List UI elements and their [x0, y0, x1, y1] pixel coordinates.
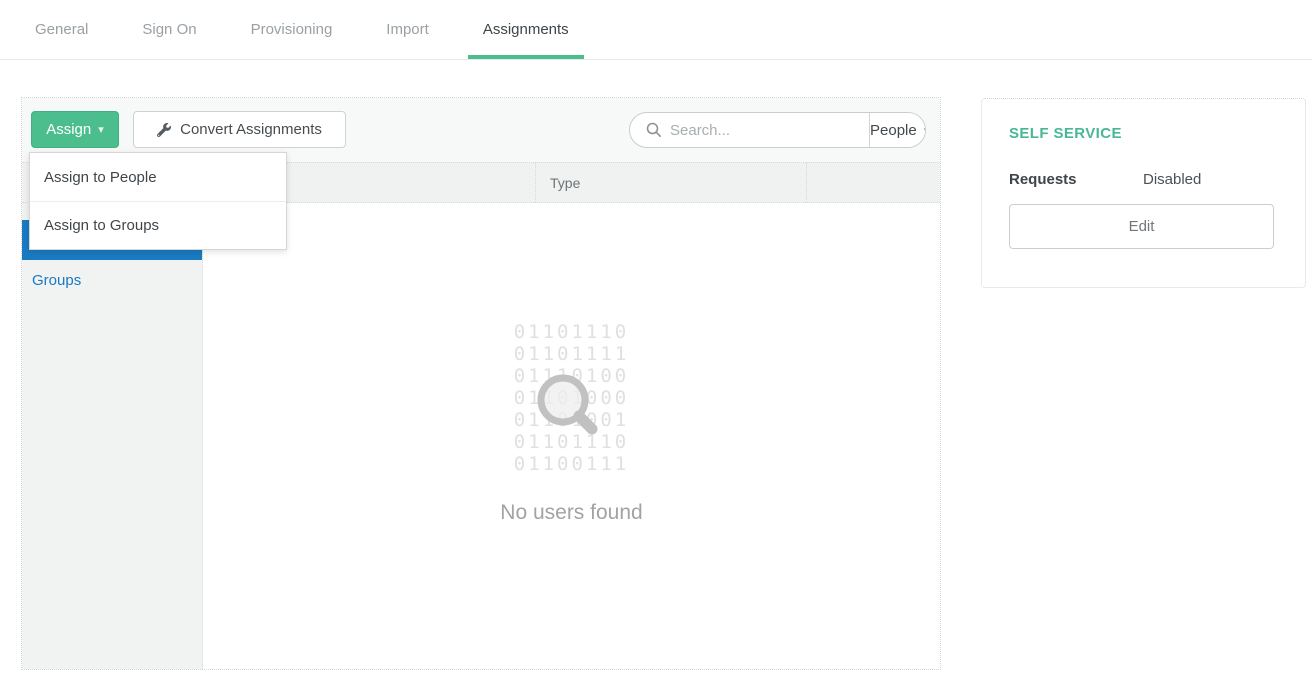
sidebar-item-groups[interactable]: Groups: [22, 260, 202, 300]
search-scope-dropdown[interactable]: People ▾: [869, 113, 926, 147]
search-combo: People ▾: [629, 112, 926, 148]
convert-assignments-label: Convert Assignments: [180, 121, 322, 138]
menu-item-assign-to-people[interactable]: Assign to People: [30, 153, 286, 201]
requests-status-value: Disabled: [1143, 171, 1201, 188]
type-column-header: Type: [550, 163, 580, 202]
app-tabs: General Sign On Provisioning Import Assi…: [0, 0, 1312, 60]
search-input[interactable]: [670, 122, 869, 139]
requests-label: Requests: [1009, 171, 1143, 188]
empty-state: 01101110 01101111 01110100 01101000 0110…: [203, 203, 940, 669]
magnifying-glass-icon: [523, 360, 605, 447]
convert-assignments-button[interactable]: Convert Assignments: [133, 111, 346, 148]
tab-sign-on[interactable]: Sign On: [127, 0, 211, 59]
no-users-found-message: No users found: [500, 501, 642, 525]
self-service-title: SELF SERVICE: [1009, 125, 1278, 142]
column-divider: [806, 163, 807, 202]
wrench-icon: [157, 123, 171, 137]
assign-button[interactable]: Assign ▾: [31, 111, 119, 148]
chevron-down-icon: ▾: [98, 123, 104, 136]
assign-dropdown-menu: Assign to People Assign to Groups: [29, 152, 287, 250]
search-scope-label: People: [870, 122, 917, 139]
assign-button-label: Assign: [46, 121, 91, 138]
binary-art-row: 01100111: [514, 453, 630, 475]
tab-provisioning[interactable]: Provisioning: [236, 0, 348, 59]
chevron-down-icon: ▾: [924, 124, 926, 137]
assignment-filter-sidebar: Groups: [22, 203, 203, 669]
edit-button[interactable]: Edit: [1009, 204, 1274, 249]
tab-assignments[interactable]: Assignments: [468, 0, 584, 59]
tab-import[interactable]: Import: [371, 0, 444, 59]
tab-general[interactable]: General: [20, 0, 103, 59]
column-divider: [535, 163, 536, 202]
menu-item-assign-to-groups[interactable]: Assign to Groups: [30, 201, 286, 249]
search-field: [630, 113, 869, 147]
self-service-panel: SELF SERVICE Requests Disabled Edit: [981, 98, 1306, 288]
binary-art-row: 01101110: [514, 321, 630, 343]
search-icon: [646, 122, 662, 138]
